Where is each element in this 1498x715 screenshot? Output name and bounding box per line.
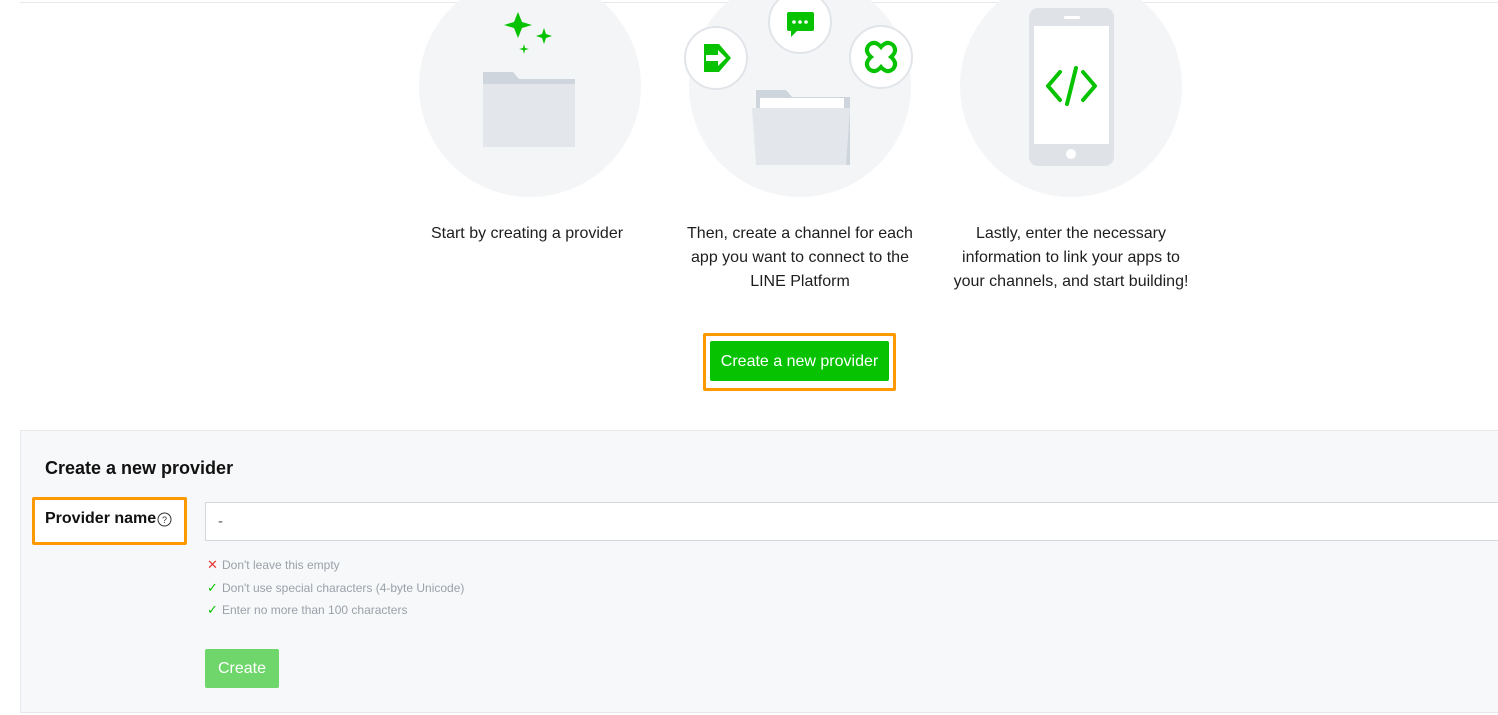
step-3-description: Lastly, enter the necessary information … (953, 225, 1189, 290)
provider-name-label: Provider name (45, 510, 157, 527)
chat-icon (768, 0, 832, 54)
step-1-illustration (419, 0, 643, 200)
check-icon: ✓ (207, 580, 218, 595)
form-title: Create a new provider (45, 458, 234, 478)
folder-icon (483, 72, 575, 147)
svg-text:?: ? (162, 515, 167, 525)
cross-icon: ✕ (207, 557, 218, 572)
step-2-illustration (680, 0, 920, 200)
validation-rule-special-chars: ✓ Don't use special characters (4-byte U… (207, 580, 465, 595)
step-1-description: Start by creating a provider (430, 225, 624, 242)
check-icon: ✓ (207, 602, 218, 617)
validation-rule-empty: ✕ Don't leave this empty (207, 557, 340, 572)
folder-icon (752, 90, 850, 165)
provider-name-input[interactable] (205, 502, 1498, 541)
step-2-description: Then, create a channel for each app you … (687, 225, 913, 290)
help-icon[interactable]: ? (157, 512, 172, 527)
validation-rule-length: ✓ Enter no more than 100 characters (207, 602, 408, 617)
puzzle-icon (849, 25, 913, 89)
create-new-provider-button[interactable]: Create a new provider (710, 341, 889, 381)
create-button[interactable]: Create (205, 649, 279, 688)
step-3-illustration (960, 0, 1184, 200)
arrow-login-icon (684, 26, 748, 90)
